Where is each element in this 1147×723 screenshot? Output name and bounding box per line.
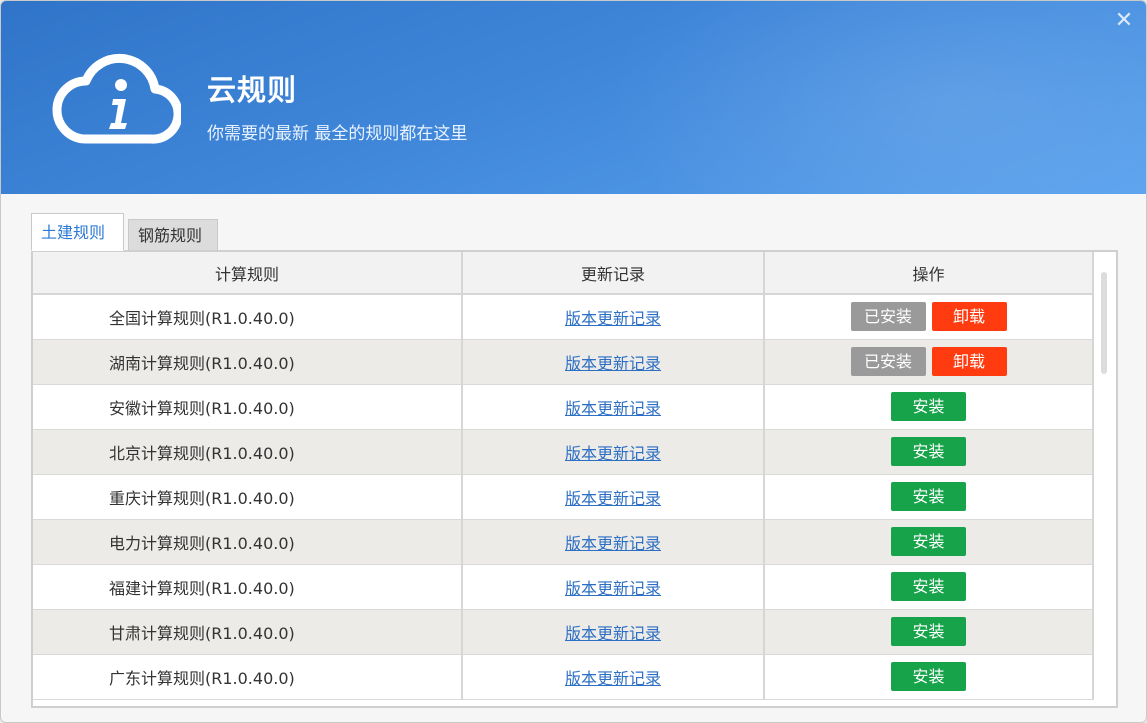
update-log-link[interactable]: 版本更新记录 — [565, 579, 661, 598]
uninstall-button[interactable]: 卸载 — [931, 302, 1007, 332]
update-log-link[interactable]: 版本更新记录 — [565, 444, 661, 463]
update-log-cell: 版本更新记录 — [462, 294, 765, 340]
table-row: 福建计算规则(R1.0.40.0) 版本更新记录 安装 — [33, 564, 1094, 610]
tab-rebar-rules[interactable]: 钢筋规则 — [128, 219, 218, 251]
update-log-cell: 版本更新记录 — [462, 519, 765, 565]
update-log-cell: 版本更新记录 — [462, 339, 765, 385]
tab-civil-rules[interactable]: 土建规则 — [31, 213, 124, 251]
actions-cell: 安装 — [764, 429, 1094, 475]
column-header-rule[interactable]: 计算规则 — [33, 252, 463, 295]
vertical-scrollbar[interactable] — [1101, 272, 1107, 374]
update-log-cell: 版本更新记录 — [462, 654, 765, 700]
rule-name: 安徽计算规则(R1.0.40.0) — [33, 384, 463, 430]
update-log-cell: 版本更新记录 — [462, 474, 765, 520]
update-log-link[interactable]: 版本更新记录 — [565, 309, 661, 328]
header-glow — [601, 1, 1146, 194]
update-log-link[interactable]: 版本更新记录 — [565, 669, 661, 688]
rules-table: 计算规则 更新记录 操作 全国计算规则(R1.0.40.0) 版本更新记录 已安装卸… — [33, 252, 1094, 700]
install-button[interactable]: 安装 — [891, 482, 966, 511]
actions-cell: 安装 — [764, 519, 1094, 565]
actions-cell: 安装 — [764, 474, 1094, 520]
actions-cell: 安装 — [764, 609, 1094, 655]
dialog-title: 云规则 — [207, 73, 298, 107]
table-row: 电力计算规则(R1.0.40.0) 版本更新记录 安装 — [33, 519, 1094, 565]
rule-name: 甘肃计算规则(R1.0.40.0) — [33, 609, 463, 655]
update-log-link[interactable]: 版本更新记录 — [565, 534, 661, 553]
column-header-ops[interactable]: 操作 — [764, 252, 1094, 295]
rule-name: 湖南计算规则(R1.0.40.0) — [33, 339, 463, 385]
installed-button[interactable]: 已安装 — [850, 347, 926, 376]
install-button[interactable]: 安装 — [891, 437, 966, 466]
table-row: 北京计算规则(R1.0.40.0) 版本更新记录 安装 — [33, 429, 1094, 475]
actions-cell: 安装 — [764, 564, 1094, 610]
cloud-rules-dialog: ✕ 云规则 你需要的最新 最全的规则都在这里 土建规则 钢筋规则 计算规则 更新… — [0, 0, 1147, 723]
actions-cell: 安装 — [764, 654, 1094, 700]
table-row: 湖南计算规则(R1.0.40.0) 版本更新记录 已安装 卸载 — [33, 339, 1094, 385]
rule-name: 福建计算规则(R1.0.40.0) — [33, 564, 463, 610]
update-log-link[interactable]: 版本更新记录 — [565, 489, 661, 508]
actions-cell: 已安装 卸载 — [764, 294, 1094, 340]
install-button[interactable]: 安装 — [891, 572, 966, 601]
update-log-cell: 版本更新记录 — [462, 564, 765, 610]
dialog-header: ✕ 云规则 你需要的最新 最全的规则都在这里 — [1, 1, 1146, 194]
table-header-row: 计算规则 更新记录 操作 — [33, 252, 1094, 295]
update-log-link[interactable]: 版本更新记录 — [565, 624, 661, 643]
update-log-cell: 版本更新记录 — [462, 609, 765, 655]
column-header-log[interactable]: 更新记录 — [462, 252, 765, 295]
rule-name: 重庆计算规则(R1.0.40.0) — [33, 474, 463, 520]
update-log-link[interactable]: 版本更新记录 — [565, 399, 661, 418]
dialog-subtitle: 你需要的最新 最全的规则都在这里 — [207, 124, 468, 144]
install-button[interactable]: 安装 — [891, 392, 966, 421]
table-row: 甘肃计算规则(R1.0.40.0) 版本更新记录 安装 — [33, 609, 1094, 655]
rule-name: 广东计算规则(R1.0.40.0) — [33, 654, 463, 700]
actions-cell: 安装 — [764, 384, 1094, 430]
rule-name: 电力计算规则(R1.0.40.0) — [33, 519, 463, 565]
uninstall-button[interactable]: 卸载 — [931, 347, 1007, 376]
table-body: 全国计算规则(R1.0.40.0) 版本更新记录 已安装 卸载 湖南计算规则(R1.0.… — [33, 294, 1094, 700]
table-row: 安徽计算规则(R1.0.40.0) 版本更新记录 安装 — [33, 384, 1094, 430]
install-button[interactable]: 安装 — [891, 662, 966, 691]
update-log-link[interactable]: 版本更新记录 — [565, 354, 661, 373]
cloud-info-icon — [52, 53, 181, 144]
actions-cell: 已安装 卸载 — [764, 339, 1094, 385]
rules-panel: 计算规则 更新记录 操作 全国计算规则(R1.0.40.0) 版本更新记录 已安装卸… — [31, 250, 1118, 708]
installed-button[interactable]: 已安装 — [850, 302, 926, 332]
table-row: 广东计算规则(R1.0.40.0) 版本更新记录 安装 — [33, 654, 1094, 700]
install-button[interactable]: 安装 — [891, 527, 966, 556]
rule-name: 北京计算规则(R1.0.40.0) — [33, 429, 463, 475]
table-row: 全国计算规则(R1.0.40.0) 版本更新记录 已安装 卸载 — [33, 294, 1094, 340]
rule-name: 全国计算规则(R1.0.40.0) — [33, 294, 463, 340]
install-button[interactable]: 安装 — [891, 617, 966, 646]
table-row: 重庆计算规则(R1.0.40.0) 版本更新记录 安装 — [33, 474, 1094, 520]
update-log-cell: 版本更新记录 — [462, 429, 765, 475]
update-log-cell: 版本更新记录 — [462, 384, 765, 430]
close-icon[interactable]: ✕ — [1112, 9, 1136, 33]
